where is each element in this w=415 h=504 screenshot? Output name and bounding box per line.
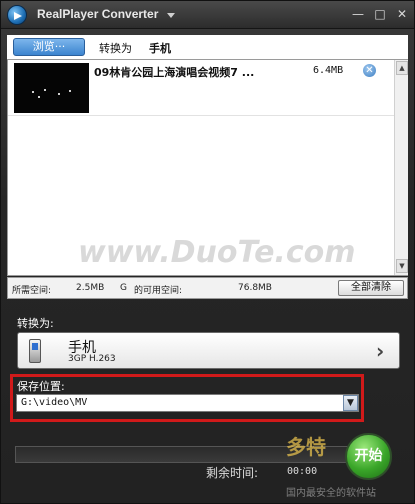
- source-toolbar: 浏览··· 转换为 手机: [7, 35, 408, 59]
- branding-tagline: 国内最安全的软件站: [286, 488, 376, 499]
- title-menu-caret-icon[interactable]: [167, 13, 175, 18]
- chevron-right-icon: ›: [376, 339, 385, 363]
- minimize-button[interactable]: —: [351, 7, 365, 21]
- convert-section-label: 转换为:: [17, 317, 54, 330]
- site-watermark: www.DuoTe.com: [78, 235, 356, 270]
- maximize-button[interactable]: □: [373, 7, 387, 21]
- save-path-dropdown-button[interactable]: ▼: [343, 395, 358, 411]
- clear-all-button[interactable]: 全部清除: [338, 280, 404, 296]
- space-info-bar: 所需空间: 2.5MB G 的可用空间: 76.8MB 全部清除: [7, 277, 408, 299]
- drive-letter: G: [120, 283, 127, 293]
- list-item[interactable]: 09林肯公园上海演唱会视频7 ... 6.4MB ✕: [8, 60, 394, 116]
- save-path-field[interactable]: G:\video\MV: [16, 394, 359, 412]
- device-format: 3GP H.263: [68, 354, 116, 364]
- window-title: RealPlayer Converter: [37, 7, 159, 21]
- available-space-label: 的可用空间:: [134, 286, 183, 296]
- video-thumbnail: [14, 63, 89, 113]
- scroll-up-icon[interactable]: ▲: [396, 61, 408, 75]
- convert-to-label: 转换为: [99, 42, 132, 55]
- remaining-time-label: 剩余时间:: [206, 466, 259, 480]
- device-selector[interactable]: 手机 3GP H.263 ›: [17, 332, 400, 369]
- remaining-time-value: 00:00: [287, 466, 318, 477]
- item-size: 6.4MB: [313, 65, 344, 76]
- save-location-label: 保存位置:: [17, 380, 65, 393]
- branding-logo: 多特: [286, 435, 326, 459]
- remove-item-icon[interactable]: ✕: [363, 64, 376, 77]
- title-bar[interactable]: RealPlayer Converter — □ ✕: [1, 1, 414, 29]
- item-title: 09林肯公园上海演唱会视频7 ...: [94, 66, 255, 79]
- required-space-value: 2.5MB: [76, 283, 105, 293]
- list-scrollbar[interactable]: ▲ ▼: [394, 60, 408, 275]
- realplayer-logo-icon[interactable]: [7, 5, 27, 25]
- browse-button[interactable]: 浏览···: [13, 38, 85, 56]
- realplayer-converter-window: RealPlayer Converter — □ ✕ 浏览··· 转换为 手机 …: [0, 0, 415, 504]
- available-space-value: 76.8MB: [238, 283, 272, 293]
- close-button[interactable]: ✕: [395, 7, 409, 21]
- convert-to-value: 手机: [149, 42, 171, 55]
- scroll-down-icon[interactable]: ▼: [396, 259, 408, 273]
- required-space-label: 所需空间:: [12, 286, 52, 296]
- file-list: 09林肯公园上海演唱会视频7 ... 6.4MB ✕ www.DuoTe.com…: [7, 59, 408, 276]
- start-button[interactable]: 开始: [345, 433, 392, 480]
- mobile-phone-icon: [29, 339, 41, 363]
